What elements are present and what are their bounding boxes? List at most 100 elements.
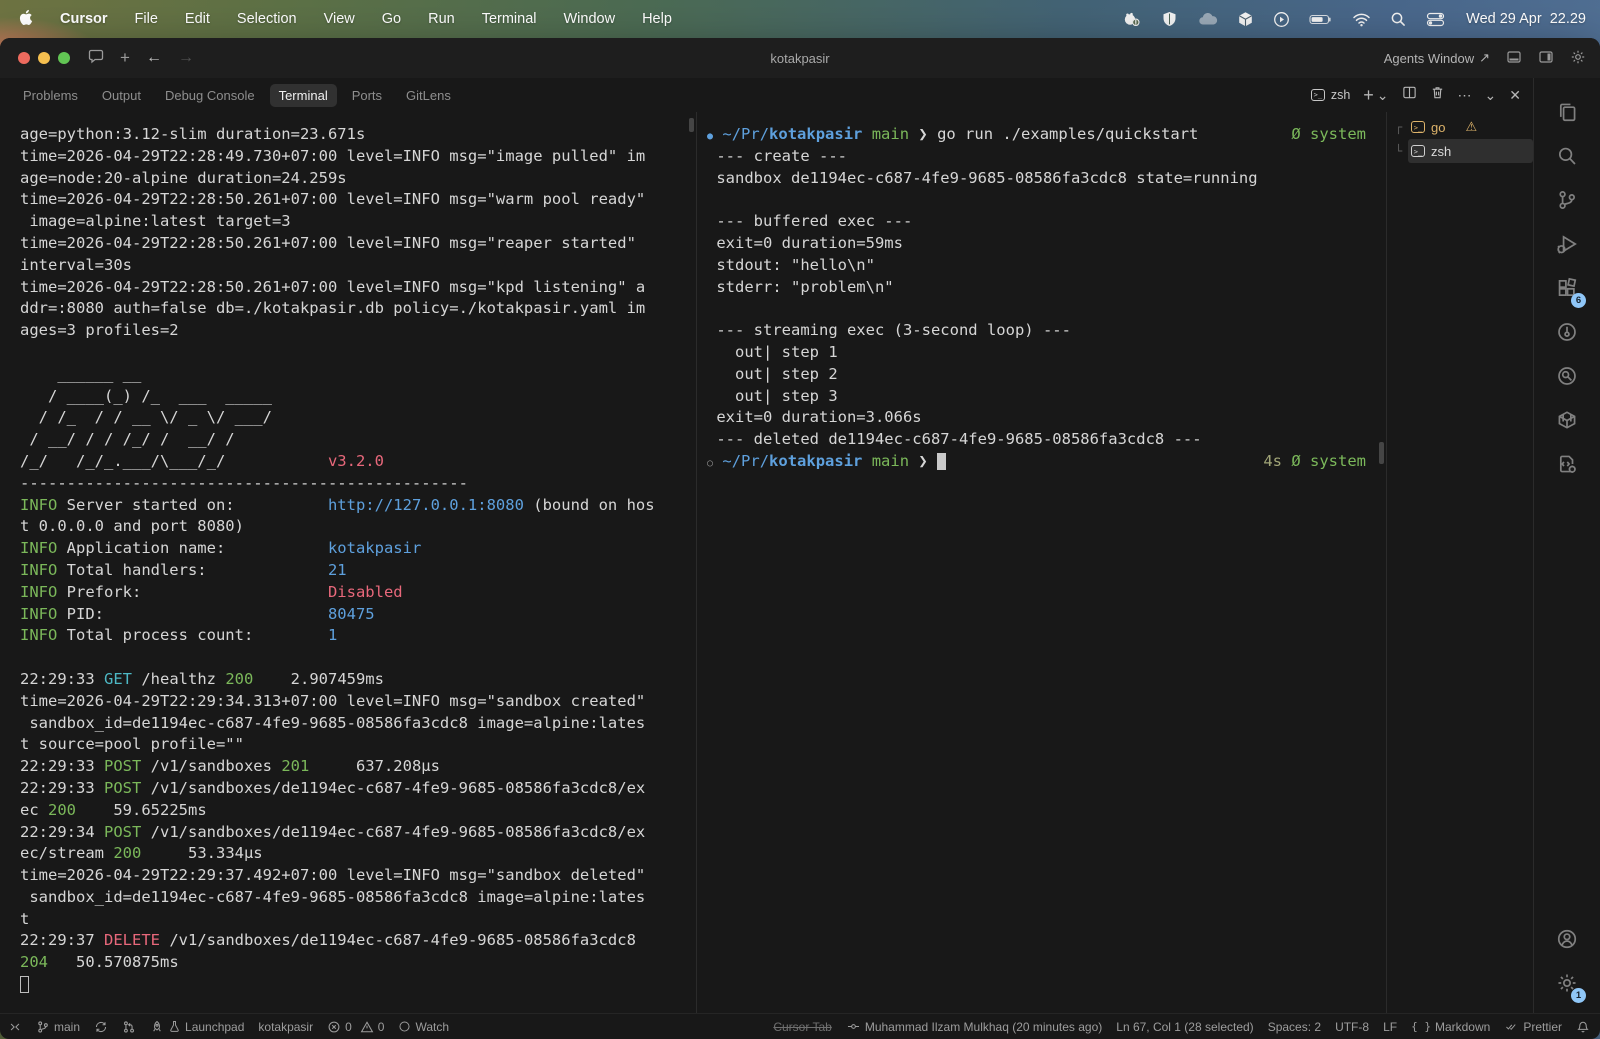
remote-indicator[interactable] bbox=[8, 1020, 22, 1034]
cursor-position-status[interactable]: Ln 67, Col 1 (28 selected) bbox=[1116, 1020, 1253, 1034]
account-icon[interactable] bbox=[1550, 917, 1584, 961]
terminal-line: / /_ / / __ \/ _ \/ ___/ bbox=[20, 407, 688, 429]
terminal-list-item-zsh[interactable]: └>_zsh bbox=[1387, 139, 1533, 163]
maximize-panel-icon[interactable]: ⌄ bbox=[1485, 87, 1497, 104]
containers-icon[interactable] bbox=[1550, 398, 1584, 442]
spotlight-icon[interactable] bbox=[1390, 11, 1407, 28]
extensions-icon[interactable]: 6 bbox=[1550, 266, 1584, 310]
apple-menu-icon[interactable] bbox=[18, 9, 33, 30]
wifi-icon[interactable] bbox=[1352, 11, 1371, 28]
launch-profile-label[interactable]: >_ zsh bbox=[1311, 88, 1350, 102]
terminal-line: INFO Application name: kotakpasir bbox=[20, 538, 688, 560]
terminal-line: 204 50.570875ms bbox=[20, 952, 688, 974]
panel-tab-debug-console[interactable]: Debug Console bbox=[156, 84, 264, 107]
toggle-secondary-sidebar-icon[interactable] bbox=[1538, 49, 1554, 68]
cursor-tab-status[interactable]: Cursor Tab bbox=[773, 1020, 831, 1034]
extensions-badge: 6 bbox=[1571, 293, 1586, 308]
terminal-line: / ____(_) /_ ___ _____ bbox=[20, 386, 688, 408]
gear-icon[interactable] bbox=[1570, 49, 1586, 68]
terminal-pane-client[interactable]: ● ~/Pr/kotakpasir main ❯ go run ./exampl… bbox=[697, 112, 1386, 1013]
shield-icon[interactable] bbox=[1161, 11, 1178, 28]
new-terminal-icon[interactable]: + bbox=[1363, 85, 1374, 106]
terminal-line: time=2026-04-29T22:28:50.261+07:00 level… bbox=[20, 189, 688, 211]
terminal-line: t bbox=[20, 909, 688, 931]
forward-icon[interactable]: → bbox=[178, 49, 194, 67]
menu-terminal[interactable]: Terminal bbox=[482, 11, 537, 27]
snippets-icon[interactable] bbox=[1550, 442, 1584, 486]
notifications-bell-icon[interactable] bbox=[1576, 1020, 1590, 1034]
terminal-icon: >_ bbox=[1311, 89, 1325, 101]
terminal-line: ages=3 profiles=2 bbox=[20, 320, 688, 342]
watch-status[interactable]: Watch bbox=[398, 1020, 449, 1034]
kill-terminal-icon[interactable] bbox=[1430, 85, 1445, 105]
panel-tab-terminal[interactable]: Terminal bbox=[270, 84, 337, 107]
terminal-cursor bbox=[937, 453, 946, 470]
back-icon[interactable]: ← bbox=[146, 49, 162, 67]
cube-icon[interactable] bbox=[1237, 11, 1254, 28]
menu-edit[interactable]: Edit bbox=[185, 11, 210, 27]
close-panel-icon[interactable]: ✕ bbox=[1509, 87, 1521, 104]
sync-icon[interactable] bbox=[94, 1020, 108, 1034]
git-blame-status[interactable]: Muhammad Ilzam Mulkhaq (20 minutes ago) bbox=[846, 1020, 1102, 1034]
terminal-line: t source=pool profile="" bbox=[20, 734, 688, 756]
agents-window-button[interactable]: Agents Window ↗ bbox=[1384, 50, 1490, 66]
terminal-line: exit=0 duration=59ms bbox=[707, 233, 1378, 255]
run-debug-icon[interactable] bbox=[1550, 222, 1584, 266]
panel-tab-problems[interactable]: Problems bbox=[14, 84, 87, 107]
terminal-list-item-go[interactable]: ┌>_go⚠ bbox=[1387, 115, 1533, 139]
gitlens-icon[interactable] bbox=[1550, 310, 1584, 354]
close-window-button[interactable] bbox=[18, 52, 30, 64]
maximize-window-button[interactable] bbox=[58, 52, 70, 64]
chat-icon[interactable] bbox=[88, 48, 104, 69]
battery-icon[interactable] bbox=[1309, 11, 1333, 28]
app-alert-icon[interactable] bbox=[1122, 11, 1142, 28]
panel-tab-ports[interactable]: Ports bbox=[343, 84, 391, 107]
problems-status[interactable]: 0 0 bbox=[327, 1020, 384, 1034]
new-tab-icon[interactable]: + bbox=[120, 48, 130, 68]
eol-status[interactable]: LF bbox=[1383, 1020, 1397, 1034]
settings-gear-icon[interactable]: 1 bbox=[1550, 961, 1584, 1005]
menu-clock[interactable]: Wed 29 Apr 22.29 bbox=[1466, 11, 1586, 27]
terminal-pane-server[interactable]: age=python:3.12-slim duration=23.671stim… bbox=[0, 112, 697, 1013]
play-circle-icon[interactable] bbox=[1273, 11, 1290, 28]
git-branch-status[interactable]: main bbox=[36, 1020, 80, 1034]
terminal-line: INFO PID: 80475 bbox=[20, 604, 688, 626]
control-center-icon[interactable] bbox=[1426, 11, 1445, 28]
menu-go[interactable]: Go bbox=[382, 11, 401, 27]
terminal-line: interval=30s bbox=[20, 255, 688, 277]
encoding-status[interactable]: UTF-8 bbox=[1335, 1020, 1369, 1034]
terminal-line: INFO Total process count: 1 bbox=[20, 625, 688, 647]
panel-tab-output[interactable]: Output bbox=[93, 84, 150, 107]
scrollbar-thumb[interactable] bbox=[689, 118, 694, 132]
menu-view[interactable]: View bbox=[324, 11, 355, 27]
menu-window[interactable]: Window bbox=[564, 11, 616, 27]
launchpad-status[interactable]: Launchpad bbox=[150, 1020, 244, 1034]
more-actions-icon[interactable]: ⋯ bbox=[1458, 87, 1472, 104]
menu-selection[interactable]: Selection bbox=[237, 11, 297, 27]
source-control-icon[interactable] bbox=[1550, 178, 1584, 222]
search-icon[interactable] bbox=[1550, 134, 1584, 178]
menu-app-name[interactable]: Cursor bbox=[60, 11, 108, 27]
formatter-status[interactable]: Prettier bbox=[1504, 1020, 1562, 1034]
language-status[interactable]: { }Markdown bbox=[1411, 1020, 1490, 1034]
split-terminal-icon[interactable] bbox=[1402, 85, 1417, 105]
new-terminal-dropdown-icon[interactable]: ⌄ bbox=[1377, 87, 1389, 104]
terminal-line: sandbox de1194ec-c687-4fe9-9685-08586fa3… bbox=[707, 168, 1378, 190]
terminal-list-label: zsh bbox=[1431, 144, 1451, 159]
git-graph-icon[interactable] bbox=[122, 1020, 136, 1034]
menu-run[interactable]: Run bbox=[428, 11, 455, 27]
tree-guide: └ bbox=[1395, 144, 1408, 158]
minimize-window-button[interactable] bbox=[38, 52, 50, 64]
explorer-icon[interactable] bbox=[1550, 90, 1584, 134]
gitlens-inspect-icon[interactable] bbox=[1550, 354, 1584, 398]
menu-help[interactable]: Help bbox=[642, 11, 672, 27]
indentation-status[interactable]: Spaces: 2 bbox=[1268, 1020, 1321, 1034]
menu-file[interactable]: File bbox=[135, 11, 158, 27]
cloud-icon[interactable] bbox=[1197, 11, 1218, 28]
toggle-panel-icon[interactable] bbox=[1506, 49, 1522, 68]
scrollbar-thumb[interactable] bbox=[1379, 442, 1384, 464]
terminal-list: ┌>_go⚠└>_zsh bbox=[1386, 112, 1533, 1013]
panel-tab-gitlens[interactable]: GitLens bbox=[397, 84, 460, 107]
arrow-up-right-icon: ↗ bbox=[1479, 50, 1490, 66]
project-status[interactable]: kotakpasir bbox=[258, 1020, 313, 1034]
